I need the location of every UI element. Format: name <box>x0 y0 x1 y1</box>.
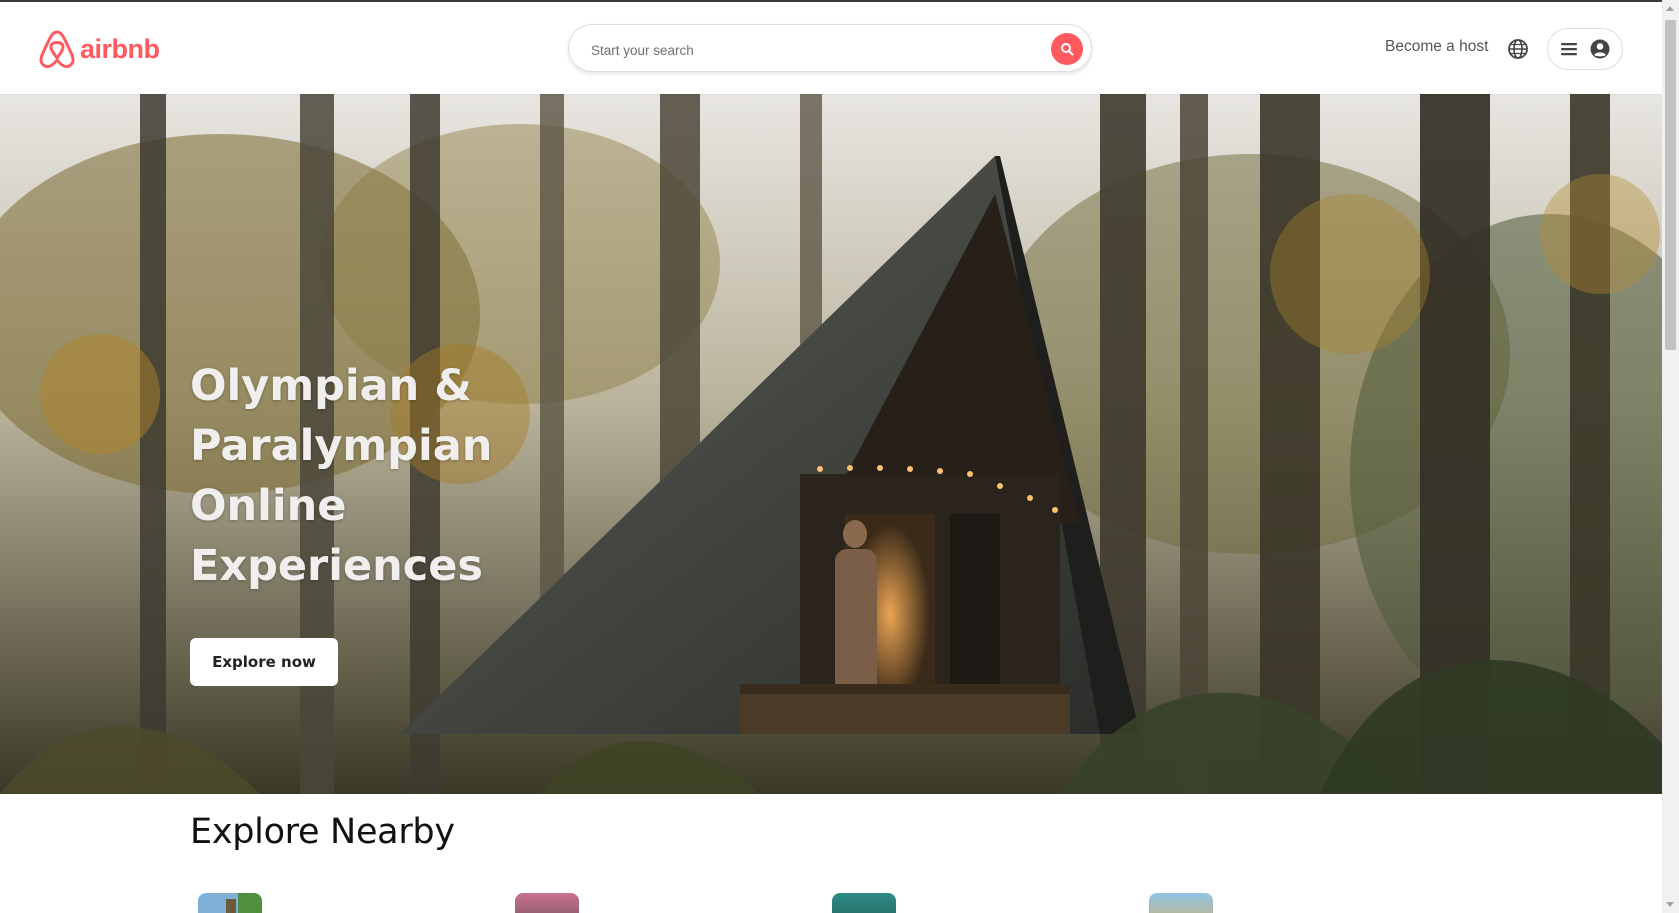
nearby-card-thumbnail[interactable] <box>515 893 579 913</box>
explore-nearby-heading: Explore Nearby <box>190 812 455 852</box>
site-header: airbnb Become a host <box>0 2 1662 94</box>
vertical-scrollbar[interactable] <box>1662 0 1679 913</box>
airbnb-belo-icon <box>39 30 75 69</box>
scroll-down-arrow-icon[interactable] <box>1666 902 1674 907</box>
hamburger-menu-icon <box>1561 43 1577 56</box>
user-avatar-icon <box>1590 39 1610 59</box>
globe-icon[interactable] <box>1507 38 1529 60</box>
search-icon <box>1061 43 1074 56</box>
scrollbar-thumb[interactable] <box>1665 20 1676 350</box>
search-input[interactable] <box>589 37 1013 63</box>
profile-menu-button[interactable] <box>1547 28 1623 70</box>
browser-viewport: airbnb Become a host <box>0 0 1662 913</box>
become-a-host-link[interactable]: Become a host <box>1385 38 1488 56</box>
search-bar[interactable] <box>568 24 1092 72</box>
airbnb-logo[interactable]: airbnb <box>38 27 160 71</box>
hero-banner: Olympian & Paralympian Online Experience… <box>0 94 1662 794</box>
hero-title: Olympian & Paralympian Online Experience… <box>190 361 493 591</box>
nearby-card-thumbnail[interactable] <box>832 893 896 913</box>
scroll-up-arrow-icon[interactable] <box>1666 6 1674 11</box>
nearby-card-thumbnail[interactable] <box>1149 893 1213 913</box>
nearby-card-thumbnail[interactable] <box>198 893 262 913</box>
explore-now-button[interactable]: Explore now <box>190 638 338 686</box>
logo-wordmark: airbnb <box>80 33 160 64</box>
search-button[interactable] <box>1051 33 1083 65</box>
